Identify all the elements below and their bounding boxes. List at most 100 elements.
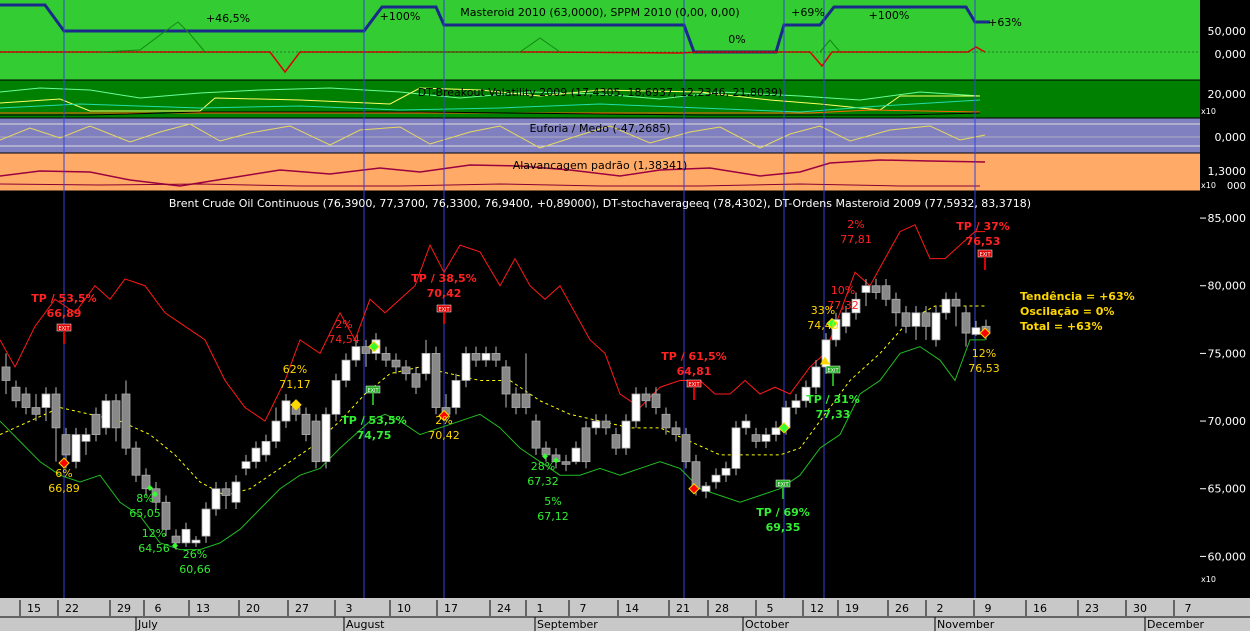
- yellow-annotation-label: 2%: [435, 414, 452, 427]
- candle-body: [41, 393, 51, 408]
- candle-body: [881, 285, 891, 300]
- x-tick-label: 15: [27, 602, 41, 615]
- candle-body: [431, 352, 441, 408]
- candle-body: [111, 400, 121, 429]
- x-tick-label: 1: [537, 602, 544, 615]
- candle-body: [121, 393, 131, 449]
- candle-body: [251, 447, 261, 463]
- candle-body: [631, 393, 641, 422]
- yellow-annotation-value: 76,53: [968, 362, 1000, 375]
- x-tick-label: 9: [985, 602, 992, 615]
- candle-body: [861, 285, 871, 293]
- candle-body: [731, 427, 741, 469]
- x-tick-label: 13: [196, 602, 210, 615]
- x-tick-label: 7: [580, 602, 587, 615]
- x10-marker: x10: [1201, 575, 1216, 584]
- red-annotation-value: 66,89: [47, 307, 82, 320]
- green-annotation-value: 69,35: [766, 521, 801, 534]
- candle-body: [21, 393, 31, 408]
- green-annotation-label: TP / 69%: [756, 506, 810, 519]
- trading-chart: EXITEXITEXITEXITEXITEXITEXIT TP / 53,5%6…: [0, 0, 1250, 631]
- masteroid-title: Masteroid 2010 (63,0000), SPPM 2010 (0,0…: [460, 6, 739, 19]
- candle-body: [451, 380, 461, 408]
- candle-body: [301, 413, 311, 435]
- candle-body: [811, 366, 821, 388]
- x10-marker: x10: [1201, 181, 1216, 190]
- y-tick-label: 65,000: [1208, 483, 1247, 496]
- x10-marker: x10: [1201, 107, 1216, 116]
- candle-body: [501, 366, 511, 395]
- masteroid-tick: 50,000: [1208, 25, 1247, 38]
- candle-body: [271, 420, 281, 442]
- green-annotation-label: 8%: [136, 492, 153, 505]
- alav-title: Alavancagem padrão (1,38341): [513, 159, 688, 172]
- candle-body: [171, 535, 181, 544]
- candle-body: [331, 380, 341, 415]
- x-tick-label: 6: [155, 602, 162, 615]
- yellow-annotation-value: 70,42: [428, 429, 460, 442]
- candle-body: [581, 427, 591, 463]
- x-tick-label: 30: [1133, 602, 1147, 615]
- x-tick-label: 7: [1185, 602, 1192, 615]
- candle-body: [661, 413, 671, 429]
- alav-tick: 1,3000: [1208, 165, 1247, 178]
- green-annotation-value: 67,12: [537, 510, 569, 523]
- segment-label: +100%: [869, 9, 910, 22]
- segment-label: +100%: [380, 10, 421, 23]
- candle-body: [971, 327, 981, 335]
- green-annotation-label: 26%: [183, 548, 207, 561]
- candle-body: [361, 346, 371, 354]
- candle-body: [571, 447, 581, 463]
- candle-body: [51, 393, 61, 429]
- green-annotation-label: TP / 53,5%: [341, 414, 406, 427]
- red-annotation-value: 70,42: [427, 287, 462, 300]
- red-annotation-value: 64,81: [677, 365, 712, 378]
- y-tick-label: 70,000: [1208, 415, 1247, 428]
- candle-body: [961, 312, 971, 334]
- candle-body: [891, 298, 901, 314]
- candle-body: [101, 400, 111, 429]
- segment-label: +63%: [988, 16, 1022, 29]
- x-tick-label: 24: [497, 602, 511, 615]
- candle-body: [911, 312, 921, 327]
- masteroid-tick: 0,000: [1215, 48, 1247, 61]
- candle-body: [521, 393, 531, 408]
- candle-body: [11, 386, 21, 402]
- candle-body: [411, 373, 421, 388]
- green-annotation-label: 5%: [544, 495, 561, 508]
- month-label: August: [346, 618, 385, 631]
- x-tick-label: 29: [117, 602, 131, 615]
- candle-body: [681, 434, 691, 463]
- x-tick-label: 19: [845, 602, 859, 615]
- red-annotation-label: 2%: [847, 218, 864, 231]
- yellow-annotation-label: 6%: [55, 467, 72, 480]
- green-annotation-value: 77,33: [816, 408, 851, 421]
- candle-body: [191, 539, 201, 544]
- candle-body: [401, 366, 411, 375]
- x-tick-label: 23: [1085, 602, 1099, 615]
- candle-body: [671, 427, 681, 436]
- x-tick-label: 12: [810, 602, 824, 615]
- x-tick-label: 22: [65, 602, 79, 615]
- candle-body: [471, 352, 481, 361]
- candle-body: [31, 407, 41, 415]
- main-title: Brent Crude Oil Continuous (76,3900, 77,…: [169, 197, 1031, 210]
- x-tick-label: 17: [444, 602, 458, 615]
- euforia-title: Euforia / Medo (-47,2685): [529, 122, 670, 135]
- green-annotation-value: 60,66: [179, 563, 211, 576]
- x-tick-label: 26: [895, 602, 909, 615]
- x-tick-label: 16: [1033, 602, 1047, 615]
- segment-label: 0%: [728, 33, 745, 46]
- x-tick-label: 2: [937, 602, 944, 615]
- green-annotation-label: 12%: [142, 527, 166, 540]
- euforia-tick: 0,000: [1215, 131, 1247, 144]
- candle-body: [61, 434, 71, 456]
- candle-body: [81, 434, 91, 442]
- green-annotation-value: 67,32: [527, 475, 559, 488]
- month-label: October: [745, 618, 789, 631]
- candle-body: [351, 346, 361, 361]
- yellow-annotation-value: 71,17: [279, 378, 311, 391]
- red-annotation-value: 74,54: [328, 333, 360, 346]
- green-annotation-value: 65,05: [129, 507, 161, 520]
- candle-body: [181, 528, 191, 544]
